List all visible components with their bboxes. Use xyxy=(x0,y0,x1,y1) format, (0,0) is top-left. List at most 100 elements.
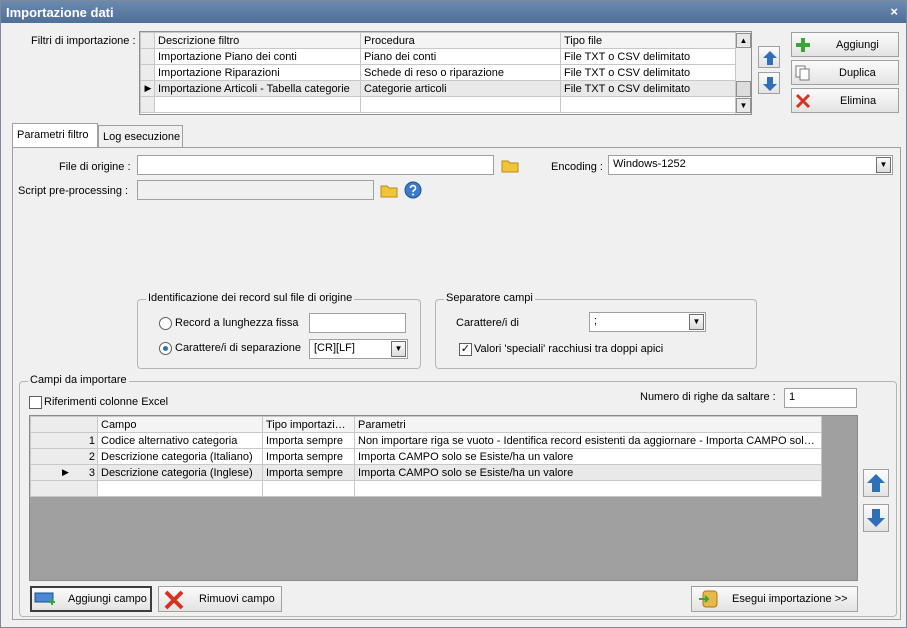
move-field-down-button[interactable] xyxy=(863,504,889,532)
run-import-label: Esegui importazione >> xyxy=(732,593,848,605)
tab-parametri-filtro[interactable]: Parametri filtro xyxy=(12,123,98,149)
chevron-down-icon[interactable]: ▼ xyxy=(876,157,891,173)
fixed-length-radio[interactable] xyxy=(159,317,172,330)
move-filter-up-button[interactable] xyxy=(758,46,780,68)
chevron-down-icon[interactable]: ▼ xyxy=(391,341,406,357)
encoding-label: Encoding : xyxy=(551,161,603,173)
excel-columns-label: Riferimenti colonne Excel xyxy=(44,396,169,408)
title-bar: Importazione dati × xyxy=(1,1,906,23)
fixed-length-label: Record a lunghezza fissa xyxy=(175,317,299,329)
remove-field-button[interactable]: Rimuovi campo xyxy=(158,586,282,612)
fixed-length-input[interactable] xyxy=(309,313,406,333)
current-row-marker-icon: ▶ xyxy=(62,466,69,477)
row-number: 3 xyxy=(88,466,95,479)
column-header[interactable]: Parametri xyxy=(354,416,822,433)
table-cell[interactable]: Descrizione categoria (Inglese) xyxy=(97,464,263,481)
table-cell[interactable]: Importa sempre xyxy=(262,432,355,449)
field-separator-group: Separatore campi xyxy=(435,292,757,369)
encoding-select[interactable]: Windows-1252 xyxy=(608,155,893,175)
table-cell[interactable]: Importa CAMPO solo se Esiste/ha un valor… xyxy=(354,448,822,465)
scroll-down-icon[interactable]: ▼ xyxy=(736,98,751,113)
arrow-down-icon xyxy=(867,509,885,527)
duplicate-filter-button[interactable]: Duplica xyxy=(791,60,899,85)
column-header[interactable]: Procedura xyxy=(360,32,561,49)
table-row[interactable]: Importazione Piano dei conti Piano dei c… xyxy=(140,48,737,65)
add-field-label: Aggiungi campo xyxy=(68,593,147,605)
column-header[interactable]: Tipo file xyxy=(560,32,737,49)
add-filter-button[interactable]: Aggiungi xyxy=(791,32,899,57)
table-cell[interactable]: Importa sempre xyxy=(262,448,355,465)
table-row-selected[interactable]: ▶ Importazione Articoli - Tabella catego… xyxy=(140,80,737,97)
table-cell[interactable]: Importa CAMPO solo se Esiste/ha un valor… xyxy=(354,464,822,481)
field-separator-title: Separatore campi xyxy=(444,292,535,304)
move-field-up-button[interactable] xyxy=(863,469,889,497)
current-row-marker-icon: ▶ xyxy=(140,80,155,97)
script-input[interactable] xyxy=(137,180,374,200)
source-file-label: File di origine : xyxy=(59,161,131,173)
table-cell[interactable]: Importazione Piano dei conti xyxy=(154,48,361,65)
table-cell[interactable]: File TXT o CSV delimitato xyxy=(560,48,737,65)
table-row-empty[interactable] xyxy=(30,480,822,497)
remove-field-label: Rimuovi campo xyxy=(199,593,275,605)
source-file-input[interactable] xyxy=(137,155,494,175)
table-cell[interactable]: Codice alternativo categoria xyxy=(97,432,263,449)
table-cell[interactable]: File TXT o CSV delimitato xyxy=(560,64,737,81)
table-row[interactable]: Importazione Riparazioni Schede di reso … xyxy=(140,64,737,81)
table-row-empty[interactable] xyxy=(140,96,737,113)
move-filter-down-button[interactable] xyxy=(758,72,780,94)
plus-icon xyxy=(796,38,810,52)
delete-filter-label: Elimina xyxy=(840,94,877,107)
delete-x-icon xyxy=(795,93,811,109)
add-filter-label: Aggiungi xyxy=(836,38,879,51)
skip-rows-label: Numero di righe da saltare : xyxy=(640,391,776,403)
filters-scrollbar[interactable]: ▲ ▼ xyxy=(735,32,751,114)
delete-x-icon xyxy=(164,590,184,610)
close-icon[interactable]: × xyxy=(890,4,898,19)
fields-group-title: Campi da importare xyxy=(28,374,129,386)
help-icon[interactable] xyxy=(403,180,423,200)
script-label: Script pre-processing : xyxy=(18,185,129,197)
table-cell[interactable]: Importa sempre xyxy=(262,464,355,481)
folder-open-icon[interactable] xyxy=(500,155,520,175)
arrow-up-icon xyxy=(867,474,885,492)
special-values-checkbox[interactable]: ✓ xyxy=(459,343,472,356)
table-row[interactable]: 2 Descrizione categoria (Italiano) Impor… xyxy=(30,448,822,465)
record-separator-value: [CR][LF] xyxy=(314,342,355,354)
column-header[interactable]: Campo xyxy=(97,416,263,433)
import-window: Importazione dati × Filtri di importazio… xyxy=(0,0,907,628)
add-field-button[interactable]: Aggiungi campo xyxy=(30,586,152,612)
run-import-button[interactable]: Esegui importazione >> xyxy=(691,586,858,612)
separator-label: Carattere/i di separazione xyxy=(175,342,301,354)
table-cell[interactable]: Non importare riga se vuoto - Identifica… xyxy=(354,432,822,449)
import-jar-icon xyxy=(699,590,718,608)
table-cell[interactable]: Importazione Articoli - Tabella categori… xyxy=(154,80,361,97)
folder-open-icon[interactable] xyxy=(379,180,399,200)
separator-radio[interactable] xyxy=(159,342,172,355)
fields-grid[interactable]: Campo Tipo importazione Parametri 1 Codi… xyxy=(29,415,858,581)
table-cell[interactable]: File TXT o CSV delimitato xyxy=(560,80,737,97)
filters-grid[interactable]: Descrizione filtro Procedura Tipo file I… xyxy=(139,31,752,115)
duplicate-filter-label: Duplica xyxy=(839,66,876,79)
chevron-down-icon[interactable]: ▼ xyxy=(689,314,704,330)
table-cell[interactable]: Piano dei conti xyxy=(360,48,561,65)
skip-rows-input[interactable]: 1 xyxy=(784,388,857,408)
duplicate-icon xyxy=(795,65,810,81)
excel-columns-checkbox[interactable] xyxy=(29,396,42,409)
scroll-thumb[interactable] xyxy=(736,81,751,97)
field-separator-value: ; xyxy=(594,315,598,327)
arrow-up-icon xyxy=(763,51,777,65)
table-row[interactable]: 1 Codice alternativo categoria Importa s… xyxy=(30,432,822,449)
table-cell[interactable]: Descrizione categoria (Italiano) xyxy=(97,448,263,465)
column-header[interactable]: Tipo importazione xyxy=(262,416,355,433)
table-cell[interactable]: Categorie articoli xyxy=(360,80,561,97)
scroll-up-icon[interactable]: ▲ xyxy=(736,33,751,48)
delete-filter-button[interactable]: Elimina xyxy=(791,88,899,113)
table-cell[interactable]: Schede di reso o riparazione xyxy=(360,64,561,81)
row-number: 2 xyxy=(30,448,98,465)
table-row-selected[interactable]: ▶ 3 Descrizione categoria (Inglese) Impor… xyxy=(30,464,822,481)
tab-log-esecuzione[interactable]: Log esecuzione xyxy=(98,125,183,149)
table-cell[interactable]: Importazione Riparazioni xyxy=(154,64,361,81)
field-chars-label: Carattere/i di xyxy=(456,317,519,329)
column-header[interactable]: Descrizione filtro xyxy=(154,32,361,49)
row-number: 1 xyxy=(30,432,98,449)
